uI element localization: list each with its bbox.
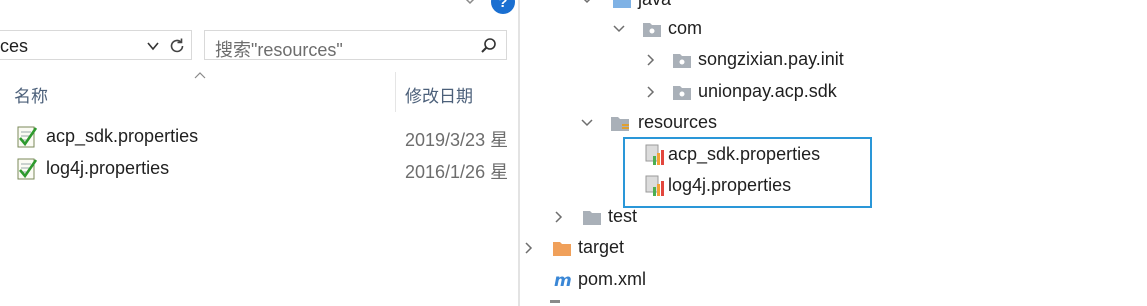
tree-node-label: java (638, 0, 671, 10)
package-icon (673, 54, 691, 68)
svg-text:m: m (554, 271, 572, 289)
column-header-modified[interactable]: 修改日期 (405, 82, 473, 107)
tree-node-label: songzixian.pay.init (698, 49, 844, 69)
search-input[interactable]: 搜索"resources" (215, 36, 343, 62)
excluded-folder-icon (553, 242, 571, 256)
tree-node-label: test (608, 206, 638, 226)
chevron-down-icon[interactable] (580, 116, 594, 130)
tree-node-label: resources (638, 112, 718, 132)
package-icon (673, 86, 691, 100)
chevron-down-icon[interactable] (580, 0, 594, 7)
tree-node-label: pom.xml (578, 269, 647, 289)
file-name: log4j.properties (46, 158, 170, 178)
help-icon[interactable]: ? (491, 0, 515, 14)
maven-icon: m (554, 271, 572, 289)
file-explorer-window: ? ces 搜索"resources" 名称 修改日期 acp_sdk.prop… (0, 0, 520, 306)
chevron-right-icon[interactable] (644, 53, 658, 67)
selection-highlight-box (623, 137, 872, 208)
file-row[interactable]: log4j.properties 2016/1/26 星 (0, 154, 520, 184)
column-divider[interactable] (395, 72, 396, 112)
search-box[interactable]: 搜索"resources" (204, 30, 507, 60)
cut-off-row-marker (550, 300, 560, 303)
address-bar[interactable]: ces (0, 30, 192, 60)
refresh-icon[interactable] (168, 37, 186, 55)
folder-icon (583, 211, 601, 225)
source-folder-icon (613, 0, 631, 8)
package-icon (643, 23, 661, 37)
address-text: ces (0, 36, 29, 56)
search-icon[interactable] (480, 37, 498, 55)
chevron-right-icon[interactable] (552, 210, 566, 224)
chevron-right-icon[interactable] (522, 241, 536, 255)
chevron-down-icon[interactable] (612, 22, 626, 36)
tree-node-label: com (668, 18, 703, 38)
sort-ascending-icon (194, 72, 206, 79)
column-header-name[interactable]: 名称 (14, 82, 48, 107)
properties-file-icon (17, 126, 38, 148)
resources-folder-icon (611, 117, 629, 131)
tree-node-label: unionpay.acp.sdk (698, 81, 837, 101)
properties-file-icon (17, 158, 38, 180)
chevron-down-icon[interactable] (146, 39, 160, 53)
file-row[interactable]: acp_sdk.properties 2019/3/23 星 (0, 122, 520, 152)
file-date: 2019/3/23 星 (405, 130, 509, 150)
chevron-down-icon[interactable] (463, 0, 477, 8)
tree-node-label: target (578, 237, 625, 257)
chevron-right-icon[interactable] (644, 85, 658, 99)
file-name: acp_sdk.properties (46, 126, 199, 146)
file-date: 2016/1/26 星 (405, 162, 509, 182)
